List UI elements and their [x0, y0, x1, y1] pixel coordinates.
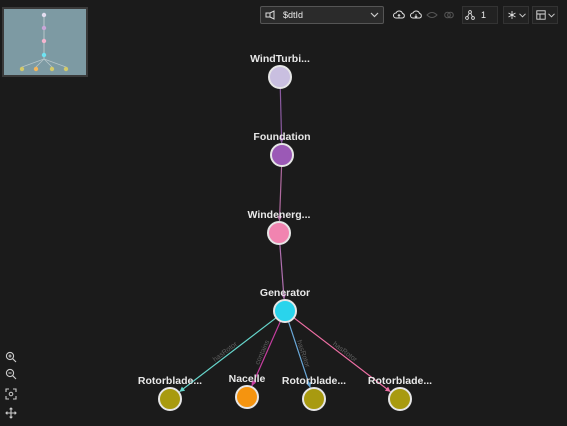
upload-cloud-button[interactable] [392, 8, 406, 22]
layout-select[interactable] [503, 6, 529, 24]
node-windturbine[interactable]: WindTurbi... [250, 53, 310, 89]
node-rotorblade2[interactable]: Rotorblade... [282, 375, 346, 411]
node-circle[interactable] [158, 387, 182, 411]
node-label: Rotorblade... [282, 375, 346, 387]
node-label: Generator [260, 287, 310, 299]
node-circle[interactable] [267, 221, 291, 245]
zoom-out-button[interactable] [3, 366, 19, 382]
chevron-down-icon [547, 12, 555, 18]
view-select[interactable] [532, 6, 558, 24]
minimap[interactable] [2, 7, 88, 77]
node-foundation[interactable]: Foundation [253, 131, 311, 167]
link-icon [444, 11, 454, 19]
node-circle[interactable] [235, 385, 259, 409]
zoom-in-button[interactable] [3, 349, 19, 365]
node-label: WindTurbi... [250, 53, 310, 65]
node-label: Rotorblade... [368, 375, 432, 387]
edge-label: hasRotor [295, 339, 311, 369]
node-rotorblade3[interactable]: Rotorblade... [368, 375, 432, 411]
node-label: Foundation [253, 131, 310, 143]
edge-label: hasRotor [331, 341, 358, 364]
query-text: $dtId [283, 10, 304, 20]
node-label: Rotorblade... [138, 375, 202, 387]
fit-view-button[interactable] [3, 386, 19, 402]
download-cloud-button[interactable] [409, 8, 423, 22]
node-label: Windenerg... [248, 209, 311, 221]
pan-button[interactable] [3, 405, 19, 421]
cloud-download-icon [409, 10, 422, 19]
move-icon [5, 407, 17, 419]
node-circle[interactable] [268, 65, 292, 89]
chevron-down-icon [518, 12, 526, 18]
node-windenergy[interactable]: Windenerg... [248, 209, 311, 245]
expansion-depth-control[interactable]: 1 [462, 6, 498, 24]
node-label: Nacelle [229, 373, 266, 385]
zoom-out-icon [5, 368, 17, 380]
node-nacelle[interactable]: Nacelle [229, 373, 266, 409]
layout-icon [507, 11, 516, 19]
depth-value: 1 [481, 10, 487, 20]
cloud-upload-icon [393, 10, 405, 19]
node-circle[interactable] [388, 387, 412, 411]
link-button[interactable] [442, 8, 456, 22]
node-circle[interactable] [302, 387, 326, 411]
node-circle[interactable] [270, 143, 294, 167]
panel-layout-icon [535, 10, 546, 20]
query-type-icon [265, 10, 275, 20]
node-circle[interactable] [273, 299, 297, 323]
zoom-in-icon [5, 351, 17, 363]
node-rotorblade1[interactable]: Rotorblade... [138, 375, 202, 411]
edge-label: hasRotor [212, 340, 239, 363]
fit-to-screen-icon [5, 388, 17, 400]
visibility-button[interactable] [425, 8, 439, 22]
chevron-down-icon[interactable] [370, 12, 379, 18]
node-generator[interactable]: Generator [260, 287, 310, 323]
query-input[interactable]: $dtId [260, 6, 384, 24]
hierarchy-icon [465, 10, 475, 20]
eye-off-icon [426, 12, 439, 18]
